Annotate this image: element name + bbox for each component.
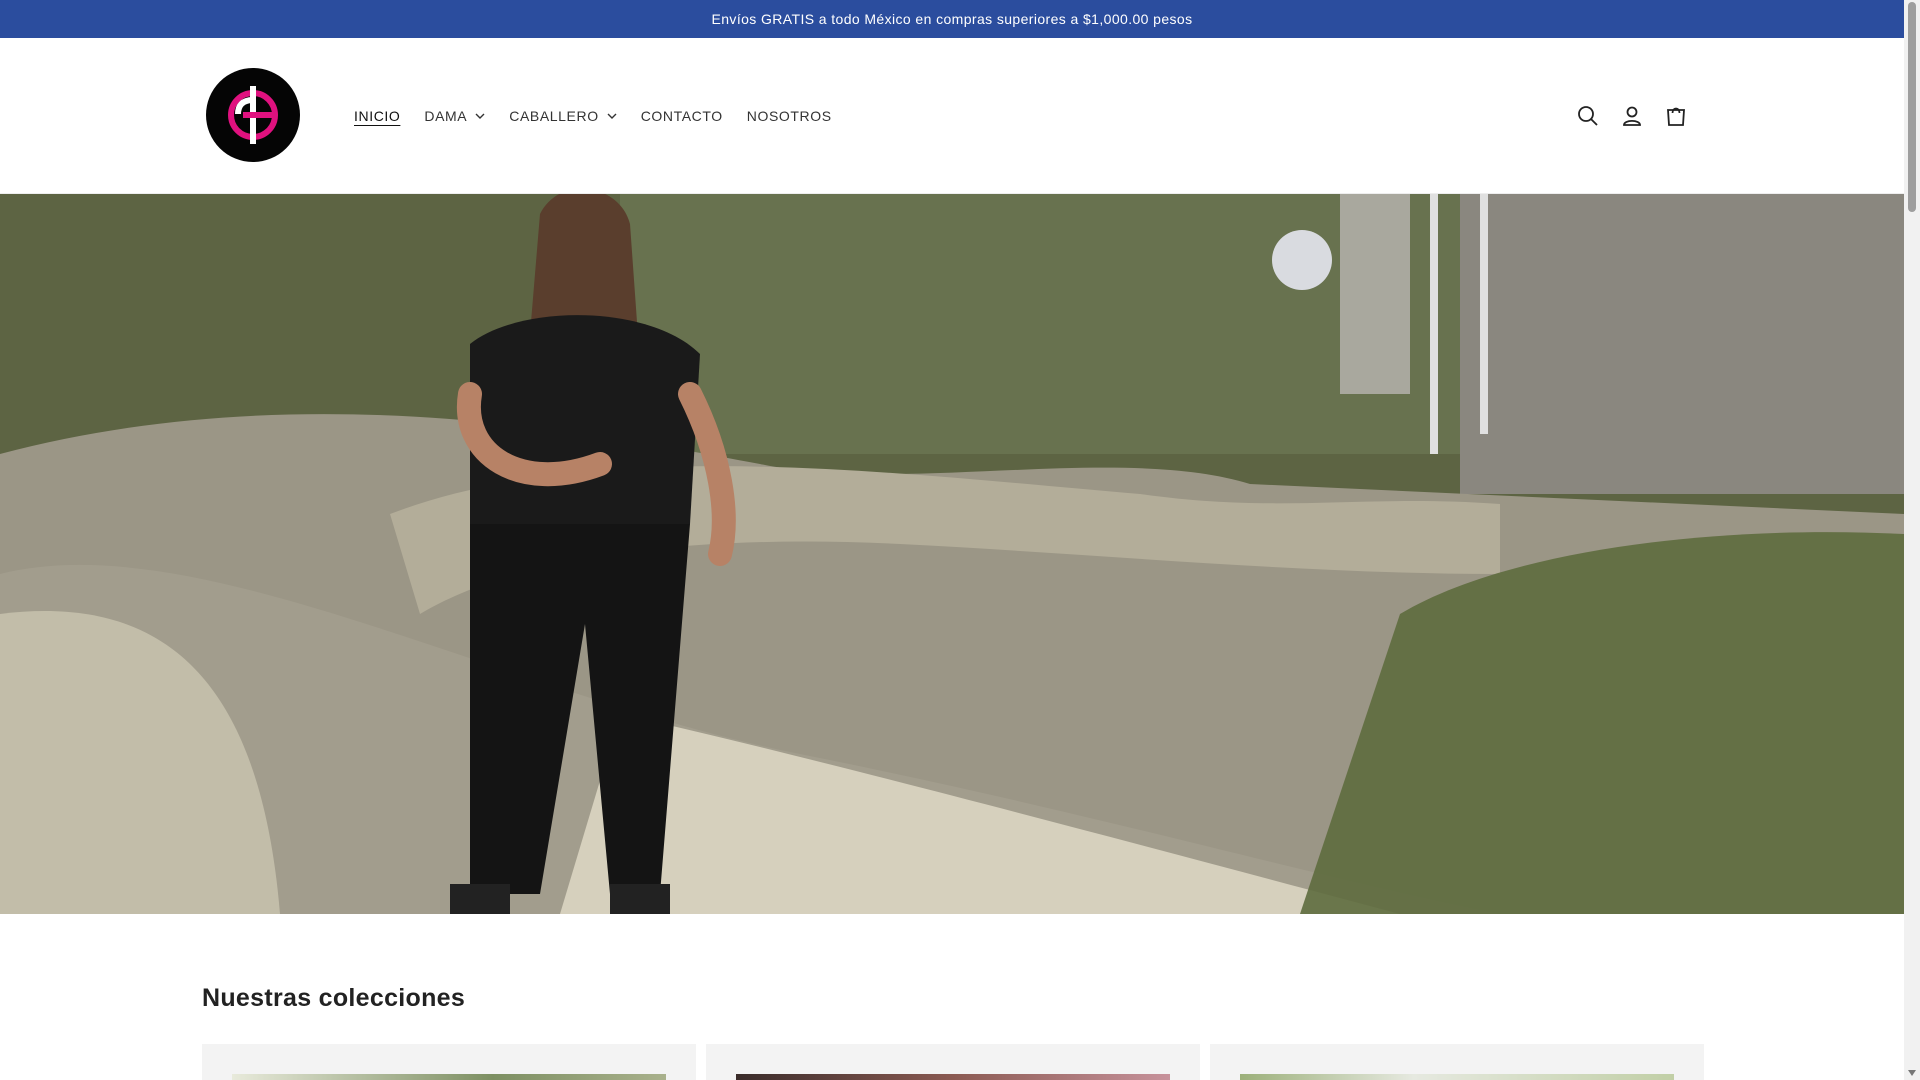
collection-card[interactable] <box>1210 1044 1704 1080</box>
nav-item-label: CONTACTO <box>640 108 723 124</box>
main-nav: INICIO DAMA CABALLERO CONTACTO NOSOTROS <box>342 38 844 194</box>
announcement-bar: Envíos GRATIS a todo México en compras s… <box>0 0 1904 38</box>
collections-heading: Nuestras colecciones <box>202 984 466 1012</box>
hero-photo <box>0 194 1904 914</box>
nav-item-label: DAMA <box>424 108 468 124</box>
brand-logo[interactable] <box>206 68 300 162</box>
scrollbar-thumb[interactable] <box>1908 2 1916 212</box>
nav-item-label: CABALLERO <box>509 108 599 124</box>
logo-mark-icon <box>228 86 278 144</box>
chevron-down-icon <box>607 113 617 119</box>
site-header: INICIO DAMA CABALLERO CONTACTO NOSOTROS <box>0 38 1904 194</box>
nav-item-dama[interactable]: DAMA <box>412 96 497 136</box>
collection-card[interactable] <box>202 1044 696 1080</box>
nav-item-label: INICIO <box>354 108 401 124</box>
nav-item-nosotros[interactable]: NOSOTROS <box>735 96 844 136</box>
announcement-text: Envíos GRATIS a todo México en compras s… <box>711 11 1193 27</box>
account-icon[interactable] <box>1618 102 1646 130</box>
cart-icon[interactable] <box>1662 102 1690 130</box>
collection-image <box>736 1074 1170 1080</box>
collection-card[interactable] <box>706 1044 1200 1080</box>
chevron-down-icon <box>475 113 485 119</box>
nav-item-label: NOSOTROS <box>746 108 832 124</box>
collections-grid <box>202 1044 1704 1080</box>
nav-item-contacto[interactable]: CONTACTO <box>629 96 735 136</box>
search-icon[interactable] <box>1574 102 1602 130</box>
header-actions <box>1574 38 1690 194</box>
page-scrollbar[interactable] <box>1904 0 1920 1080</box>
nav-item-inicio[interactable]: INICIO <box>342 96 412 136</box>
scroll-down-arrow-icon[interactable] <box>1908 1070 1916 1076</box>
nav-item-caballero[interactable]: CABALLERO <box>497 96 628 136</box>
collection-image <box>232 1074 666 1080</box>
hero-banner-image <box>0 194 1904 914</box>
collection-image <box>1240 1074 1674 1080</box>
